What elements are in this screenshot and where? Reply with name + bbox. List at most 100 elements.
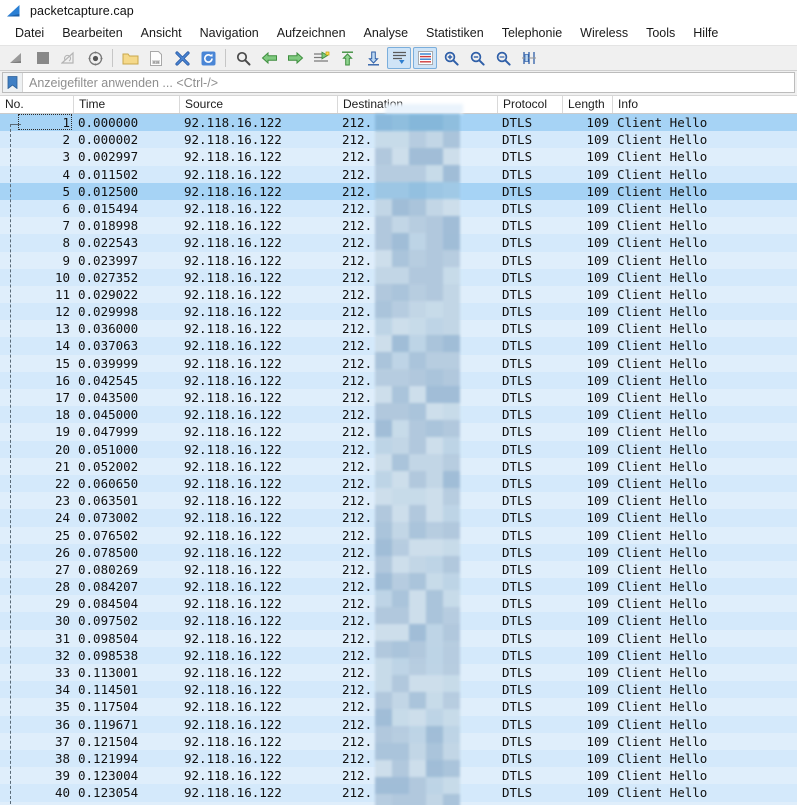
cell-info: Client Hello	[617, 441, 708, 457]
menu-aufzeichnen[interactable]: Aufzeichnen	[268, 24, 355, 43]
packet-row[interactable]: 21 0.052002 92.118.16.122 212. DTLS 109 Client…	[0, 457, 797, 475]
packet-row[interactable]: 34 0.114501 92.118.16.122 212. DTLS 109 Client…	[0, 681, 797, 699]
go-back-icon[interactable]	[257, 47, 281, 69]
close-file-icon[interactable]	[170, 47, 194, 69]
packet-row[interactable]: 6 0.015494 92.118.16.122 212. DTLS 109 Client …	[0, 199, 797, 218]
packet-row[interactable]: 36 0.119671 92.118.16.122 212. DTLS 109 Client…	[0, 715, 797, 733]
packet-row[interactable]: 14 0.037063 92.118.16.122 212. DTLS 109 Client…	[0, 337, 797, 355]
packet-row[interactable]: 32 0.098538 92.118.16.122 212. DTLS 109 Client…	[0, 646, 797, 664]
cell-source: 92.118.16.122	[184, 647, 282, 663]
packet-row[interactable]: 410.13003092.118.16.122212.DTLS109Client…	[0, 801, 797, 805]
packet-row[interactable]: 12 0.029998 92.118.16.122 212. DTLS 109 Client…	[0, 303, 797, 321]
packet-list-header[interactable]: No. Time Source Destination Protocol Length In…	[0, 96, 797, 114]
packet-row[interactable]: 28 0.084207 92.118.16.122 212. DTLS 109 Client…	[0, 578, 797, 596]
cell-destination: 212.	[342, 682, 373, 698]
packet-row[interactable]: 10 0.027352 92.118.16.122 212. DTLS 109 Client…	[0, 268, 797, 286]
menu-datei[interactable]: Datei	[6, 24, 53, 43]
zoom-out-icon[interactable]	[465, 47, 489, 69]
packet-row[interactable]: 11 0.029022 92.118.16.122 212. DTLS 109 Client…	[0, 285, 797, 304]
menu-ansicht[interactable]: Ansicht	[132, 24, 191, 43]
packet-row[interactable]: 40 0.123054 92.118.16.122 212. DTLS 109 Client…	[0, 784, 797, 802]
open-file-icon[interactable]	[118, 47, 142, 69]
packet-row[interactable]: 37 0.121504 92.118.16.122 212. DTLS 109 Client…	[0, 732, 797, 750]
packet-row[interactable]: 4 0.011502 92.118.16.122 212. DTLS 109 Client …	[0, 165, 797, 183]
cell-time: 0.018998	[78, 218, 139, 234]
zoom-reset-icon[interactable]	[491, 47, 515, 69]
menu-telephonie[interactable]: Telephonie	[493, 24, 571, 43]
zoom-in-icon[interactable]	[439, 47, 463, 69]
packet-row[interactable]: 30 0.097502 92.118.16.122 212. DTLS 109 Client…	[0, 612, 797, 630]
packet-row[interactable]: 35 0.117504 92.118.16.122 212. DTLS 109 Client…	[0, 698, 797, 716]
column-header-source[interactable]: Source	[180, 96, 338, 113]
packet-row[interactable]: 19 0.047999 92.118.16.122 212. DTLS 109 Client…	[0, 423, 797, 441]
cell-no: 26	[54, 544, 70, 560]
cell-time: 0.037063	[78, 338, 139, 354]
reload-file-icon[interactable]	[196, 47, 220, 69]
menu-hilfe[interactable]: Hilfe	[684, 24, 727, 43]
packet-row[interactable]: 20 0.051000 92.118.16.122 212. DTLS 109 Client…	[0, 440, 797, 458]
go-forward-icon[interactable]	[283, 47, 307, 69]
packet-row[interactable]: 13 0.036000 92.118.16.122 212. DTLS 109 Client…	[0, 320, 797, 338]
packet-row[interactable]: 9 0.023997 92.118.16.122 212. DTLS 109 Client …	[0, 251, 797, 269]
column-header-no[interactable]: No.	[0, 96, 74, 113]
find-packet-icon[interactable]	[231, 47, 255, 69]
packet-row[interactable]: 7 0.018998 92.118.16.122 212. DTLS 109 Client …	[0, 217, 797, 235]
start-capture-icon[interactable]	[5, 47, 29, 69]
go-to-first-packet-icon[interactable]	[335, 47, 359, 69]
packet-row[interactable]: 27 0.080269 92.118.16.122 212. DTLS 109 Client…	[0, 560, 797, 579]
packet-row[interactable]: 1 0.000000 92.118.16.122 212. DTLS 109 Client …	[0, 114, 797, 132]
packet-row[interactable]: 17 0.043500 92.118.16.122 212. DTLS 109 Client…	[0, 389, 797, 407]
packet-row[interactable]: 23 0.063501 92.118.16.122 212. DTLS 109 Client…	[0, 492, 797, 510]
capture-options-icon[interactable]	[83, 47, 107, 69]
cell-destination: 212.	[342, 286, 373, 302]
packet-row[interactable]: 22 0.060650 92.118.16.122 212. DTLS 109 Client…	[0, 474, 797, 493]
resize-columns-icon[interactable]	[517, 47, 541, 69]
packet-row[interactable]: 18 0.045000 92.118.16.122 212. DTLS 109 Client…	[0, 406, 797, 424]
packet-row[interactable]: 2 0.000002 92.118.16.122 212. DTLS 109 Client …	[0, 131, 797, 149]
column-header-time[interactable]: Time	[74, 96, 180, 113]
go-to-packet-icon[interactable]	[309, 47, 333, 69]
display-filter-input[interactable]: Anzeigefilter anwenden ... <Ctrl-/>	[2, 72, 795, 93]
cell-time: 0.078500	[78, 544, 139, 560]
column-header-length[interactable]: Length	[563, 96, 613, 113]
packet-row[interactable]: 25 0.076502 92.118.16.122 212. DTLS 109 Client…	[0, 526, 797, 544]
menu-wireless[interactable]: Wireless	[571, 24, 637, 43]
packet-row[interactable]: 26 0.078500 92.118.16.122 212. DTLS 109 Client…	[0, 543, 797, 561]
packet-row[interactable]: 5 0.012500 92.118.16.122 212. DTLS 109 Client …	[0, 182, 797, 200]
packet-row[interactable]: 39 0.123004 92.118.16.122 212. DTLS 109 Client…	[0, 767, 797, 785]
cell-time: 0.011502	[78, 166, 139, 182]
go-to-last-packet-icon[interactable]	[361, 47, 385, 69]
cell-source: 92.118.16.122	[184, 355, 282, 371]
cell-length: 109	[586, 200, 609, 216]
stop-capture-icon[interactable]	[31, 47, 55, 69]
cell-length: 109	[586, 269, 609, 285]
cell-no: 20	[54, 441, 70, 457]
restart-capture-icon[interactable]	[57, 47, 81, 69]
cell-destination: 212.	[342, 321, 373, 337]
column-header-info[interactable]: Info	[613, 96, 797, 113]
menu-tools[interactable]: Tools	[637, 24, 684, 43]
cell-length: 109	[586, 304, 609, 320]
packet-row[interactable]: 24 0.073002 92.118.16.122 212. DTLS 109 Client…	[0, 509, 797, 527]
cell-source: 92.118.16.122	[184, 218, 282, 234]
menu-statistiken[interactable]: Statistiken	[417, 24, 493, 43]
packet-row[interactable]: 31 0.098504 92.118.16.122 212. DTLS 109 Client…	[0, 629, 797, 647]
menu-navigation[interactable]: Navigation	[191, 24, 268, 43]
menu-bearbeiten[interactable]: Bearbeiten	[53, 24, 131, 43]
column-header-protocol[interactable]: Protocol	[498, 96, 563, 113]
packet-row[interactable]: 29 0.084504 92.118.16.122 212. DTLS 109 Client…	[0, 595, 797, 613]
packet-row[interactable]: 38 0.121994 92.118.16.122 212. DTLS 109 Client…	[0, 749, 797, 768]
auto-scroll-icon[interactable]	[387, 47, 411, 69]
packet-list-rows[interactable]: 1 0.000000 92.118.16.122 212. DTLS 109 Client …	[0, 114, 797, 805]
packet-row[interactable]: 16 0.042545 92.118.16.122 212. DTLS 109 Client…	[0, 371, 797, 389]
save-file-icon[interactable]: 010	[144, 47, 168, 69]
colorize-packets-icon[interactable]	[413, 47, 437, 69]
packet-row[interactable]: 3 0.002997 92.118.16.122 212. DTLS 109 Client …	[0, 148, 797, 166]
filter-bookmark-icon[interactable]	[3, 73, 23, 92]
cell-source: 92.118.16.122	[184, 493, 282, 509]
packet-row[interactable]: 15 0.039999 92.118.16.122 212. DTLS 109 Client…	[0, 354, 797, 372]
packet-row[interactable]: 8 0.022543 92.118.16.122 212. DTLS 109 Client …	[0, 234, 797, 252]
column-header-destination[interactable]: Destination	[338, 96, 498, 113]
menu-analyse[interactable]: Analyse	[355, 24, 417, 43]
packet-row[interactable]: 33 0.113001 92.118.16.122 212. DTLS 109 Client…	[0, 664, 797, 682]
